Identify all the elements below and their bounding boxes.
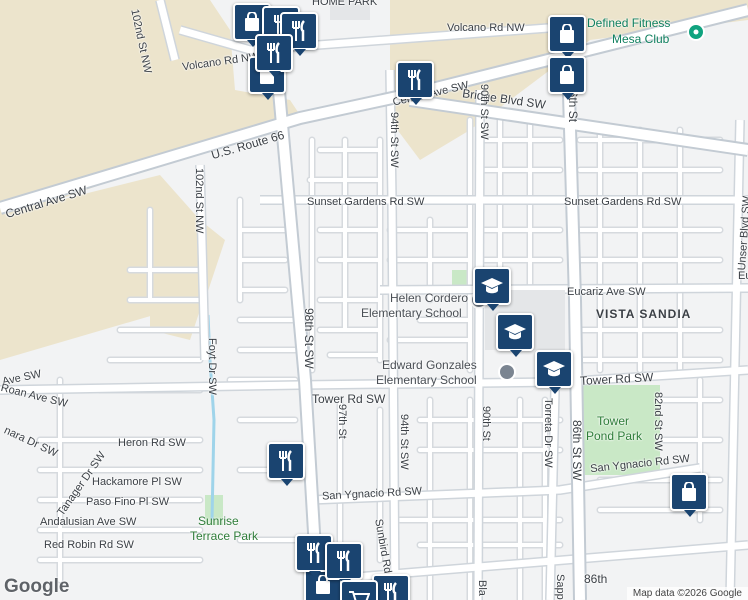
map-base (0, 0, 748, 600)
label-90th-st: 90th St (480, 406, 492, 441)
label-bla: Bla (476, 580, 488, 596)
label-vista-sandia: VISTA SANDIA (596, 307, 692, 321)
shopping-bag-icon[interactable] (548, 15, 586, 59)
label-94th-st-sw-mid: 94th St SW (398, 414, 410, 470)
google-logo[interactable]: Google (4, 576, 69, 598)
label-hackamore-pl-sw: Hackamore Pl SW (92, 476, 182, 488)
restaurant-icon[interactable] (396, 61, 434, 105)
label-97th-st: 97th St (336, 404, 348, 439)
label-edward-gonzales-2[interactable]: Elementary School (376, 373, 477, 387)
label-eucariz-right: Eu (738, 270, 748, 282)
label-foyt-dr-sw: Foyt Dr SW (206, 338, 218, 395)
label-sunrise-terrace-2[interactable]: Terrace Park (190, 529, 258, 543)
restaurant-icon[interactable] (325, 542, 363, 586)
shopping-bag-icon[interactable] (548, 56, 586, 100)
label-edward-gonzales-1[interactable]: Edward Gonzales (382, 358, 477, 372)
label-helen-cordero-2[interactable]: Elementary School (361, 306, 462, 320)
label-tower-pond-park-2[interactable]: Pond Park (586, 429, 642, 443)
label-90th-st-sw-top: 90th St SW (478, 84, 490, 140)
label-sapp: Sapp (554, 574, 566, 600)
label-home-park: HOME PARK (312, 0, 378, 8)
restaurant-icon[interactable] (255, 34, 293, 78)
school-icon[interactable] (496, 313, 534, 357)
label-mesa-club[interactable]: Mesa Club (612, 32, 669, 46)
label-82nd-st-sw: 82nd St SW (652, 392, 664, 451)
label-94th-st-sw-top: 94th St SW (388, 112, 400, 168)
school-icon[interactable] (535, 350, 573, 394)
label-andalusian-ave-sw: Andalusian Ave SW (40, 516, 137, 528)
label-eucariz-ave-sw: Eucariz Ave SW (567, 286, 646, 298)
label-tower-pond-park-1[interactable]: Tower (597, 414, 629, 428)
map-canvas[interactable]: HOME PARK 102nd St NW Volcano Rd NW Volc… (0, 0, 748, 600)
label-helen-cordero-1[interactable]: Helen Cordero (390, 291, 468, 305)
map-attribution[interactable]: Map data ©2026 Google (626, 587, 748, 600)
school-icon[interactable] (473, 267, 511, 311)
label-torreta-dr-sw: Torreta Dr SW (542, 398, 554, 468)
label-sunset-gardens-left: Sunset Gardens Rd SW (307, 196, 425, 208)
label-sunset-gardens-right: Sunset Gardens Rd SW (564, 196, 682, 208)
label-heron-rd-sw: Heron Rd SW (118, 437, 186, 449)
shopping-bag-icon[interactable] (670, 473, 708, 517)
label-sunrise-terrace-1[interactable]: Sunrise (198, 514, 239, 528)
label-86th-bottom: 86th (584, 572, 608, 586)
label-98th-st-sw: 98th St SW (302, 308, 316, 369)
label-volcano-rd-nw-right: Volcano Rd NW (447, 22, 525, 34)
shopping-cart-icon[interactable] (340, 580, 378, 600)
label-102nd-st-nw: 102nd St NW (193, 168, 205, 234)
label-86th-st-sw: 86th St SW (570, 420, 584, 481)
restaurant-icon[interactable] (267, 442, 305, 486)
label-tower-rd-sw-left: Tower Rd SW (312, 392, 386, 406)
label-red-robin-rd-sw: Red Robin Rd SW (44, 539, 134, 551)
label-defined-fitness[interactable]: Defined Fitness (587, 16, 670, 30)
label-paso-fino-pl-sw: Paso Fino Pl SW (86, 496, 170, 508)
